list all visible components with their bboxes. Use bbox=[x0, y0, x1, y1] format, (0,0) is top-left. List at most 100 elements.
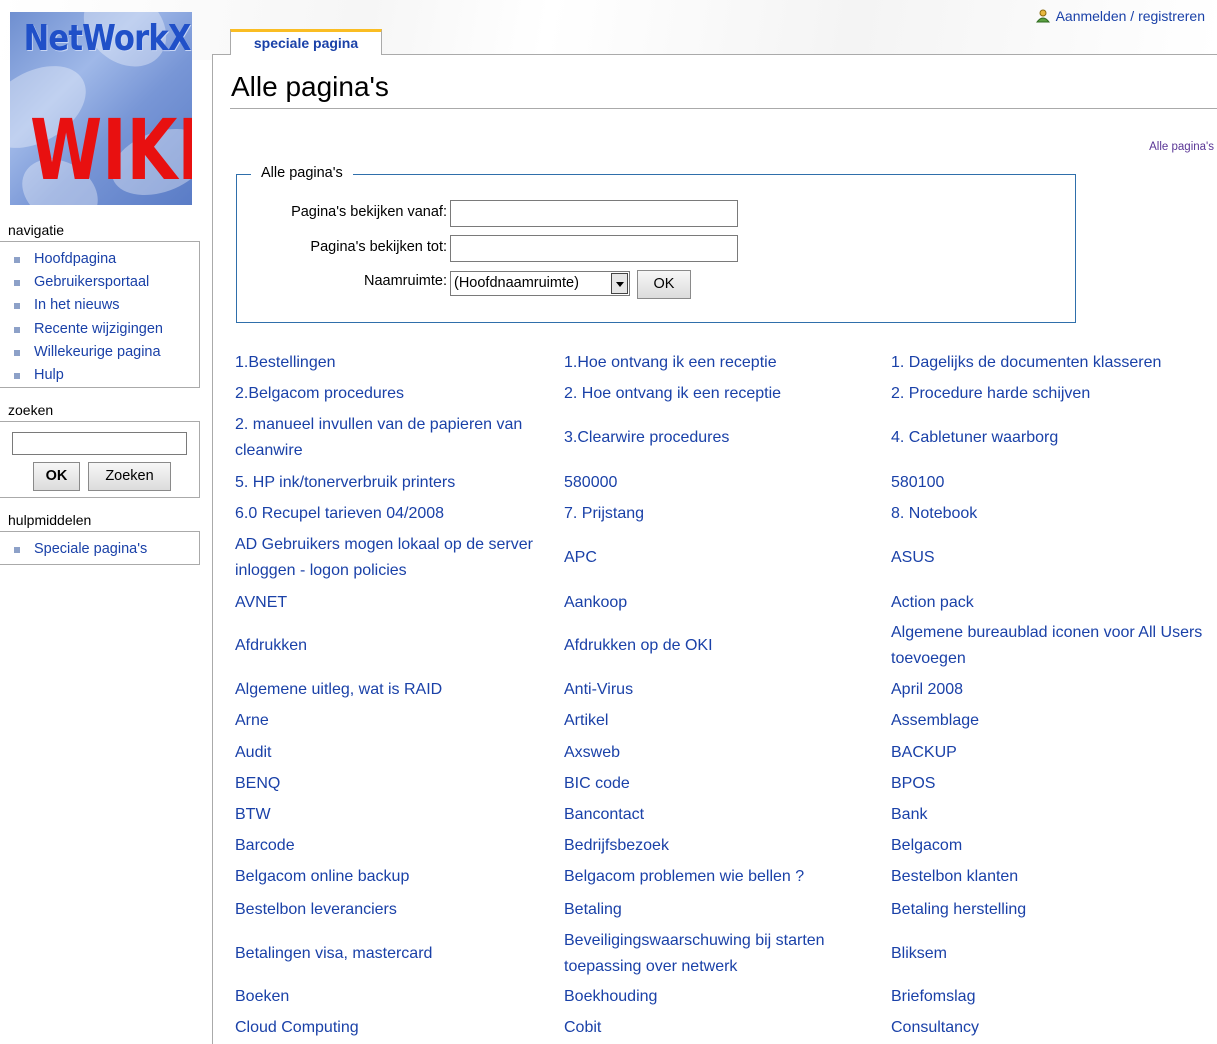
page-link[interactable]: Algemene bureaublad iconen voor All User… bbox=[891, 620, 1206, 671]
page-link[interactable]: AVNET bbox=[235, 590, 550, 616]
sidebar-item-nav-label: Hulp bbox=[34, 367, 64, 384]
page-link[interactable]: BENQ bbox=[235, 771, 550, 797]
search-button[interactable]: Zoeken bbox=[88, 462, 171, 491]
sidebar-item-nav-0[interactable]: Hoofdpagina bbox=[14, 248, 199, 271]
page-link[interactable]: 580100 bbox=[891, 470, 1206, 496]
page-link[interactable]: Action pack bbox=[891, 590, 1206, 616]
page-link[interactable]: BIC code bbox=[564, 771, 879, 797]
page-link[interactable]: Arne bbox=[235, 708, 550, 734]
page-link[interactable]: 1.Hoe ontvang ik een receptie bbox=[564, 350, 879, 376]
page-link[interactable]: 2. Procedure harde schijven bbox=[891, 381, 1206, 407]
sidebar-item-nav-3[interactable]: Recente wijzigingen bbox=[14, 318, 199, 341]
page-title: Alle pagina's bbox=[231, 71, 389, 102]
page-link[interactable]: Cobit bbox=[564, 1015, 879, 1041]
page-link[interactable]: Belgacom problemen wie bellen ? bbox=[564, 864, 879, 890]
page-link[interactable]: BPOS bbox=[891, 771, 1206, 797]
page-link[interactable]: 5. HP ink/tonerverbruik printers bbox=[235, 470, 550, 496]
search-input[interactable] bbox=[12, 432, 187, 455]
navigation-title: navigatie bbox=[8, 222, 65, 238]
all-pages-link[interactable]: Alle pagina's bbox=[1149, 141, 1214, 153]
page-link[interactable]: Afdrukken bbox=[235, 633, 550, 659]
sidebar-item-tools-label: Speciale pagina's bbox=[34, 541, 148, 557]
page-link[interactable]: Bliksem bbox=[891, 941, 1206, 967]
page-link[interactable]: Bank bbox=[891, 802, 1206, 828]
page-link[interactable]: Boeken bbox=[235, 984, 550, 1010]
page-link[interactable]: Belgacom bbox=[891, 833, 1206, 859]
sidebar-item-nav-label: Recente wijzigingen bbox=[34, 320, 163, 337]
page-link[interactable]: Belgacom online backup bbox=[235, 864, 550, 890]
sidebar-item-nav-5[interactable]: Hulp bbox=[14, 364, 199, 387]
page-link[interactable]: ASUS bbox=[891, 545, 1206, 571]
page-link[interactable]: Beveiligingswaarschuwing bij starten toe… bbox=[564, 928, 879, 979]
tab-special-page[interactable]: speciale pagina bbox=[230, 29, 382, 55]
page-link[interactable]: Boekhouding bbox=[564, 984, 879, 1010]
page-link[interactable]: 1.Bestellingen bbox=[235, 350, 550, 376]
sidebar-item-nav-2[interactable]: In het nieuws bbox=[14, 294, 199, 317]
page-link[interactable]: BACKUP bbox=[891, 740, 1206, 766]
page-link[interactable]: 2. manueel invullen van de papieren van … bbox=[235, 412, 550, 463]
search-title: zoeken bbox=[8, 402, 54, 418]
sidebar-item-nav-label: Gebruikersportaal bbox=[34, 274, 150, 291]
page-link[interactable]: Bestelbon leveranciers bbox=[235, 897, 550, 923]
bullet-icon bbox=[14, 373, 20, 380]
page-link[interactable]: April 2008 bbox=[891, 677, 1206, 703]
title-divider bbox=[230, 108, 1217, 109]
login-link[interactable]: Aanmelden / registreren bbox=[1035, 8, 1205, 24]
page-link[interactable]: Axsweb bbox=[564, 740, 879, 766]
site-logo[interactable]: NetWorkX WIKI bbox=[10, 12, 192, 205]
page-link[interactable]: Bedrijfsbezoek bbox=[564, 833, 879, 859]
search-go-button[interactable]: OK bbox=[33, 462, 80, 491]
page-link[interactable]: Anti-Virus bbox=[564, 677, 879, 703]
page-link[interactable]: Cloud Computing bbox=[235, 1015, 550, 1041]
page-link[interactable]: AD Gebruikers mogen lokaal op de server … bbox=[235, 532, 550, 583]
page-link[interactable]: Bestelbon klanten bbox=[891, 864, 1206, 890]
page-link[interactable]: 580000 bbox=[564, 470, 879, 496]
chevron-down-icon[interactable] bbox=[611, 273, 628, 294]
sidebar-item-nav-4[interactable]: Willekeurige pagina bbox=[14, 341, 199, 364]
page-link[interactable]: 2.Belgacom procedures bbox=[235, 381, 550, 407]
sidebar-item-nav-label: In het nieuws bbox=[34, 297, 120, 314]
sidebar-item-tools-0[interactable]: Speciale pagina's bbox=[14, 538, 199, 561]
namespace-select[interactable]: (Hoofdnaamruimte) bbox=[450, 271, 630, 296]
bullet-icon bbox=[14, 303, 20, 310]
page-link[interactable]: Betaling bbox=[564, 897, 879, 923]
page-link[interactable]: Bancontact bbox=[564, 802, 879, 828]
page-link[interactable]: Betalingen visa, mastercard bbox=[235, 941, 550, 967]
navigation-portlet: Hoofdpagina Gebruikersportaal In het nieuw… bbox=[0, 241, 200, 388]
page-link[interactable]: Consultancy bbox=[891, 1015, 1206, 1041]
namespace-value: (Hoofdnaamruimte) bbox=[454, 275, 579, 291]
page-link[interactable]: Afdrukken op de OKI bbox=[564, 633, 879, 659]
to-label: Pagina's bekijken tot: bbox=[310, 239, 447, 255]
page-link[interactable]: Audit bbox=[235, 740, 550, 766]
from-input[interactable] bbox=[450, 200, 738, 227]
page-link[interactable]: 3.Clearwire procedures bbox=[564, 425, 879, 451]
page-link[interactable]: 8. Notebook bbox=[891, 501, 1206, 527]
login-label: Aanmelden / registreren bbox=[1055, 8, 1205, 24]
page-link[interactable]: 2. Hoe ontvang ik een receptie bbox=[564, 381, 879, 407]
sidebar-item-nav-1[interactable]: Gebruikersportaal bbox=[14, 271, 199, 294]
page-link[interactable]: Betaling herstelling bbox=[891, 897, 1206, 923]
logo-subtitle: WIKI bbox=[30, 101, 192, 199]
page-link[interactable]: Aankoop bbox=[564, 590, 879, 616]
page-link[interactable]: 1. Dagelijks de documenten klasseren bbox=[891, 350, 1206, 376]
page-link[interactable]: Assemblage bbox=[891, 708, 1206, 734]
page-link[interactable]: 6.0 Recupel tarieven 04/2008 bbox=[235, 501, 550, 527]
tools-portlet: Speciale pagina's bbox=[0, 531, 200, 565]
from-label: Pagina's bekijken vanaf: bbox=[291, 204, 447, 220]
page-link[interactable]: 4. Cabletuner waarborg bbox=[891, 425, 1206, 451]
bullet-icon bbox=[14, 349, 20, 356]
namespace-label: Naamruimte: bbox=[364, 273, 447, 289]
to-input[interactable] bbox=[450, 235, 738, 262]
form-ok-button[interactable]: OK bbox=[637, 270, 691, 299]
page-link[interactable]: 7. Prijstang bbox=[564, 501, 879, 527]
page-link[interactable]: Artikel bbox=[564, 708, 879, 734]
bullet-icon bbox=[14, 257, 20, 263]
bullet-icon bbox=[14, 326, 20, 333]
page-link[interactable]: APC bbox=[564, 545, 879, 571]
page-link[interactable]: Barcode bbox=[235, 833, 550, 859]
sidebar-item-nav-label: Hoofdpagina bbox=[34, 251, 117, 267]
page-link[interactable]: Algemene uitleg, wat is RAID bbox=[235, 677, 550, 703]
form-legend: Alle pagina's bbox=[251, 165, 353, 181]
page-link[interactable]: BTW bbox=[235, 802, 550, 828]
page-link[interactable]: Briefomslag bbox=[891, 984, 1206, 1010]
